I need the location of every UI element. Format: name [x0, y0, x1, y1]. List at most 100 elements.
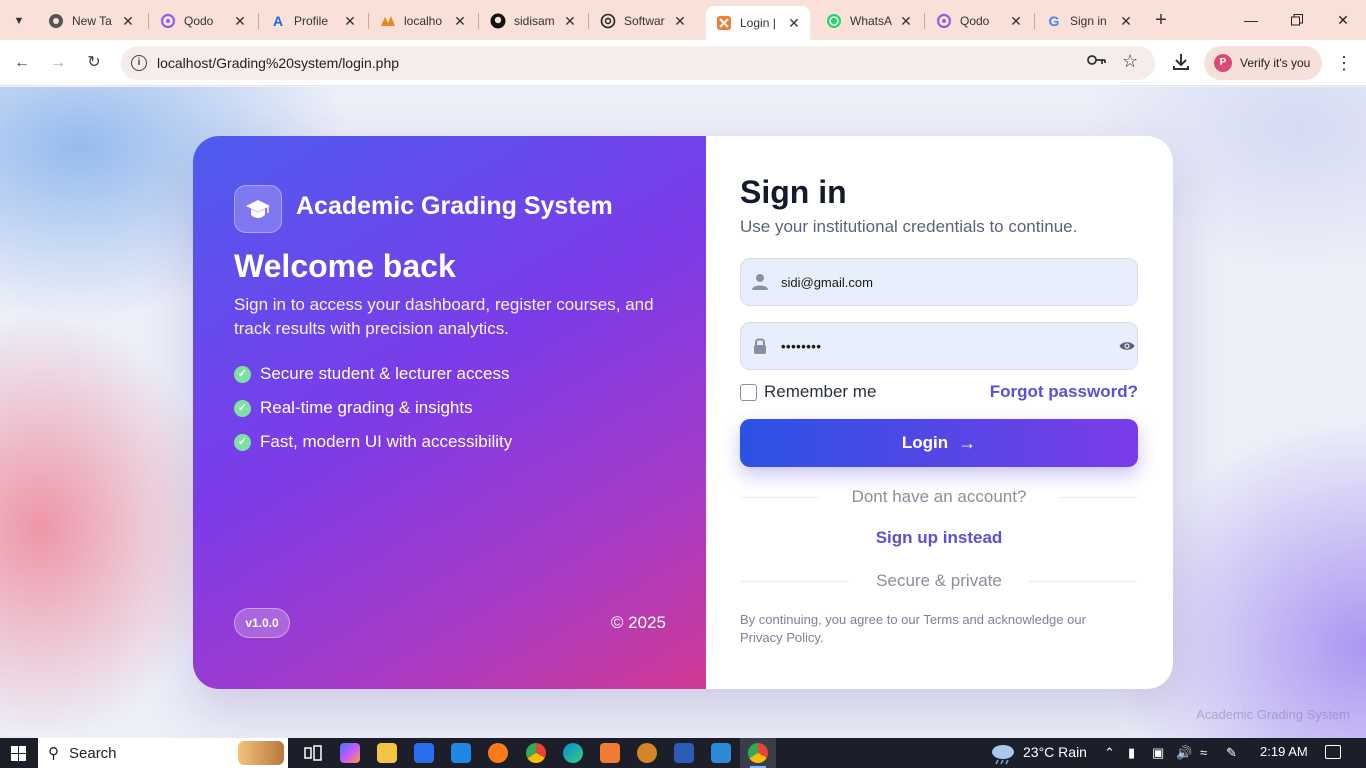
tab-label: New Ta [72, 14, 112, 28]
feature-label: Fast, modern UI with accessibility [260, 432, 513, 451]
profile-button[interactable]: P Verify it's you [1204, 46, 1322, 80]
battery-icon[interactable]: ▮ [1128, 745, 1135, 761]
remember-me-checkbox[interactable] [740, 383, 757, 401]
minimize-icon[interactable]: — [1239, 8, 1263, 32]
volume-icon[interactable]: 🔊 [1176, 745, 1192, 761]
lock-icon [752, 337, 768, 355]
taskbar-search-label: Search [69, 744, 117, 762]
tab-sign-in-google[interactable]: G Sign in ✕ [1036, 6, 1142, 36]
close-window-icon[interactable]: ✕ [1331, 8, 1355, 32]
close-tab-icon[interactable]: ✕ [898, 13, 914, 30]
google-icon: G [1048, 13, 1060, 29]
windows-start-icon[interactable] [11, 746, 26, 761]
site-info-icon[interactable]: i [131, 55, 147, 71]
xampp-taskbar-icon[interactable] [600, 743, 620, 763]
password-field[interactable]: •••••••• [740, 322, 1138, 370]
close-tab-icon[interactable]: ✕ [1008, 13, 1024, 30]
new-tab-plus-icon[interactable]: + [1150, 9, 1172, 31]
chrome-taskbar-icon[interactable] [526, 743, 546, 763]
chevron-up-icon[interactable]: ⌃ [1104, 745, 1115, 761]
back-arrow-icon[interactable]: ← [10, 51, 34, 75]
notification-icon[interactable] [1325, 745, 1341, 759]
app-icon[interactable] [637, 743, 657, 763]
tab-label: Profile [294, 14, 329, 28]
close-tab-icon[interactable]: ✕ [1118, 13, 1134, 30]
pen-icon[interactable]: ✎ [1226, 745, 1237, 761]
chrome-running-icon[interactable] [748, 743, 768, 763]
close-tab-icon[interactable]: ✕ [452, 13, 468, 30]
close-tab-icon[interactable]: ✕ [562, 13, 578, 30]
email-input[interactable]: sidi@gmail.com [781, 275, 873, 290]
forward-arrow-icon[interactable]: → [46, 51, 70, 75]
hero-panel: Academic Grading System Welcome back Sig… [193, 136, 706, 689]
forgot-password-link[interactable]: Forgot password? [990, 382, 1138, 402]
tab-new-tab[interactable]: New Ta ✕ [38, 6, 144, 36]
check-circle-icon: ✓ [234, 433, 251, 451]
feature-label: Real-time grading & insights [260, 398, 473, 417]
password-input[interactable]: •••••••• [781, 339, 821, 354]
remember-me[interactable]: Remember me [740, 382, 876, 402]
file-explorer-icon[interactable] [377, 743, 397, 763]
store-icon[interactable] [414, 743, 434, 763]
tab-profile[interactable]: A Profile ✕ [260, 6, 366, 36]
login-button-label: Login [901, 433, 949, 452]
download-icon[interactable] [1170, 51, 1192, 75]
close-tab-icon[interactable]: ✕ [672, 13, 688, 30]
feature-item: ✓ Real-time grading & insights [234, 398, 473, 418]
tab-software[interactable]: Softwar ✕ [590, 6, 696, 36]
windows-taskbar: ⚲ Search 23°C Rain ⌃ ▮ ▣ 🔊 ≈ ✎ 2:19 AM [0, 738, 1366, 768]
check-circle-icon: ✓ [234, 399, 251, 417]
reload-icon[interactable]: ↻ [82, 51, 106, 75]
close-tab-icon[interactable]: ✕ [120, 13, 136, 30]
app-icon[interactable] [488, 743, 508, 763]
edge-icon[interactable] [563, 743, 583, 763]
tab-label: Softwar [624, 14, 665, 28]
tab-qodo[interactable]: Qodo ✕ [150, 6, 256, 36]
more-menu-icon[interactable]: ⋮ [1334, 51, 1354, 75]
vscode-icon[interactable] [711, 743, 731, 763]
bookmark-star-icon[interactable]: ☆ [1122, 51, 1138, 72]
footer-watermark: Academic Grading System [1196, 707, 1350, 722]
password-key-icon[interactable] [1087, 53, 1107, 71]
user-icon [752, 273, 768, 291]
tab-search-chevron-icon[interactable]: ▼ [8, 10, 30, 32]
login-button[interactable]: Login → [740, 419, 1138, 467]
restore-icon[interactable] [1285, 8, 1309, 32]
tab-login-active[interactable]: Login | ✕ [706, 6, 810, 40]
meet-icon[interactable]: ▣ [1152, 745, 1164, 761]
tab-qodo-2[interactable]: Qodo ✕ [926, 6, 1032, 36]
address-bar[interactable]: i localhost/Grading%20system/login.php ☆ [121, 46, 1155, 80]
avatar: P [1214, 54, 1232, 72]
address-bar-url[interactable]: localhost/Grading%20system/login.php [157, 55, 399, 71]
copilot-icon[interactable] [340, 743, 360, 763]
close-tab-icon[interactable]: ✕ [342, 13, 358, 30]
sign-up-link[interactable]: Sign up instead [740, 528, 1138, 548]
word-icon[interactable] [674, 743, 694, 763]
tab-label: sidisam [514, 14, 555, 28]
weather-cloud-icon[interactable] [990, 741, 1016, 765]
close-tab-icon[interactable]: ✕ [786, 15, 802, 32]
secure-private-text: Secure & private [876, 571, 1002, 590]
sign-in-subtitle: Use your institutional credentials to co… [740, 217, 1078, 236]
email-field[interactable]: sidi@gmail.com [740, 258, 1138, 306]
browser-toolbar: ← → ↻ i localhost/Grading%20system/login… [0, 40, 1366, 86]
wifi-icon[interactable]: ≈ [1200, 745, 1207, 760]
mail-icon[interactable] [451, 743, 471, 763]
tab-whatsapp[interactable]: WhatsA ✕ [816, 6, 922, 36]
feature-label: Secure student & lecturer access [260, 364, 510, 383]
taskbar-search[interactable]: ⚲ Search [38, 738, 288, 768]
sign-in-heading: Sign in [740, 174, 847, 210]
eye-icon[interactable] [1119, 339, 1135, 353]
remember-me-label: Remember me [764, 382, 877, 401]
feature-item: ✓ Fast, modern UI with accessibility [234, 432, 512, 452]
tab-label: Qodo [184, 14, 214, 28]
task-view-icon[interactable] [303, 743, 323, 763]
weather-text[interactable]: 23°C Rain [1023, 744, 1087, 760]
squirrel-widget-icon [238, 741, 284, 765]
clock-time[interactable]: 2:19 AM [1260, 744, 1308, 759]
tab-phpmyadmin[interactable]: localho ✕ [370, 6, 476, 36]
close-tab-icon[interactable]: ✕ [232, 13, 248, 30]
tab-github[interactable]: sidisam ✕ [480, 6, 586, 36]
profile-a-icon: A [272, 13, 284, 29]
tab-label: Qodo [960, 14, 990, 28]
